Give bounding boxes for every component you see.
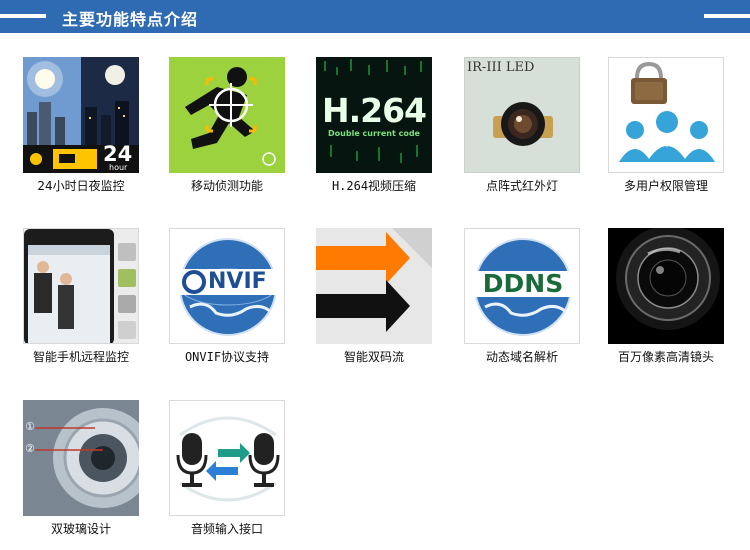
feature-caption: 双玻璃设计 <box>50 522 111 536</box>
camera-lens-image <box>608 228 724 344</box>
feature-audio-input[interactable]: 音频输入接口 <box>169 400 309 540</box>
marker-1: ① <box>25 420 35 433</box>
feature-multi-user[interactable]: 多用户权限管理 <box>608 57 748 197</box>
feature-caption: 24小时日夜监控 <box>37 179 125 193</box>
double-glass-image: ① ② <box>23 400 139 516</box>
marker-2: ② <box>25 442 35 455</box>
feature-caption: 点阵式红外灯 <box>485 179 558 193</box>
feature-onvif[interactable]: NVIF ONVIF协议支持 <box>169 228 309 368</box>
codec-text: H.264 <box>321 91 427 130</box>
feature-ir-led[interactable]: IR-III LED 点阵式红外灯 <box>464 57 604 197</box>
feature-dual-stream[interactable]: 智能双码流 <box>316 228 456 368</box>
users-lock-icon <box>608 57 724 173</box>
feature-day-night[interactable]: 24 hour 24小时日夜监控 <box>23 57 163 197</box>
onvif-logo-text: NVIF <box>208 269 267 294</box>
ddns-globe-icon: DDNS <box>464 228 580 344</box>
feature-motion-detection[interactable]: 移动侦测功能 <box>169 57 309 197</box>
section-title: 主要功能特点介绍 <box>62 10 199 29</box>
feature-hd-lens[interactable]: 百万像素高清镜头 <box>608 228 748 368</box>
feature-caption: H.264视频压缩 <box>331 179 417 193</box>
feature-ddns[interactable]: DDNS 动态域名解析 <box>464 228 604 368</box>
header-decor-line-right <box>704 14 750 18</box>
feature-h264[interactable]: H.264 Double current code H.264视频压缩 <box>316 57 456 197</box>
section-header: 主要功能特点介绍 <box>0 0 750 33</box>
header-decor-line-left <box>0 14 46 18</box>
day-night-image: 24 hour <box>23 57 139 173</box>
ir-led-image: IR-III LED <box>464 57 580 173</box>
onvif-globe-icon: NVIF <box>169 228 285 344</box>
hour-badge: 24 <box>103 142 133 166</box>
feature-caption: 移动侦测功能 <box>190 179 263 193</box>
feature-mobile-remote[interactable]: 智能手机远程监控 <box>23 228 163 368</box>
feature-caption: 音频输入接口 <box>190 522 263 536</box>
hour-badge-sub: hour <box>109 163 128 172</box>
feature-caption: 多用户权限管理 <box>623 179 708 193</box>
running-man-icon <box>169 57 285 173</box>
feature-caption: 智能手机远程监控 <box>32 350 129 364</box>
microphone-icon <box>169 400 285 516</box>
feature-caption: 智能双码流 <box>343 350 404 364</box>
feature-double-glass[interactable]: ① ② 双玻璃设计 <box>23 400 163 540</box>
dual-stream-arrows-icon <box>316 228 432 344</box>
ddns-logo-text: DDNS <box>482 269 564 298</box>
codec-subtext: Double current code <box>328 129 420 138</box>
feature-caption: 动态域名解析 <box>485 350 558 364</box>
feature-caption: 百万像素高清镜头 <box>617 350 714 364</box>
h264-codec-image: H.264 Double current code <box>316 57 432 173</box>
feature-caption: ONVIF协议支持 <box>184 350 270 364</box>
smartphone-image <box>23 228 139 344</box>
